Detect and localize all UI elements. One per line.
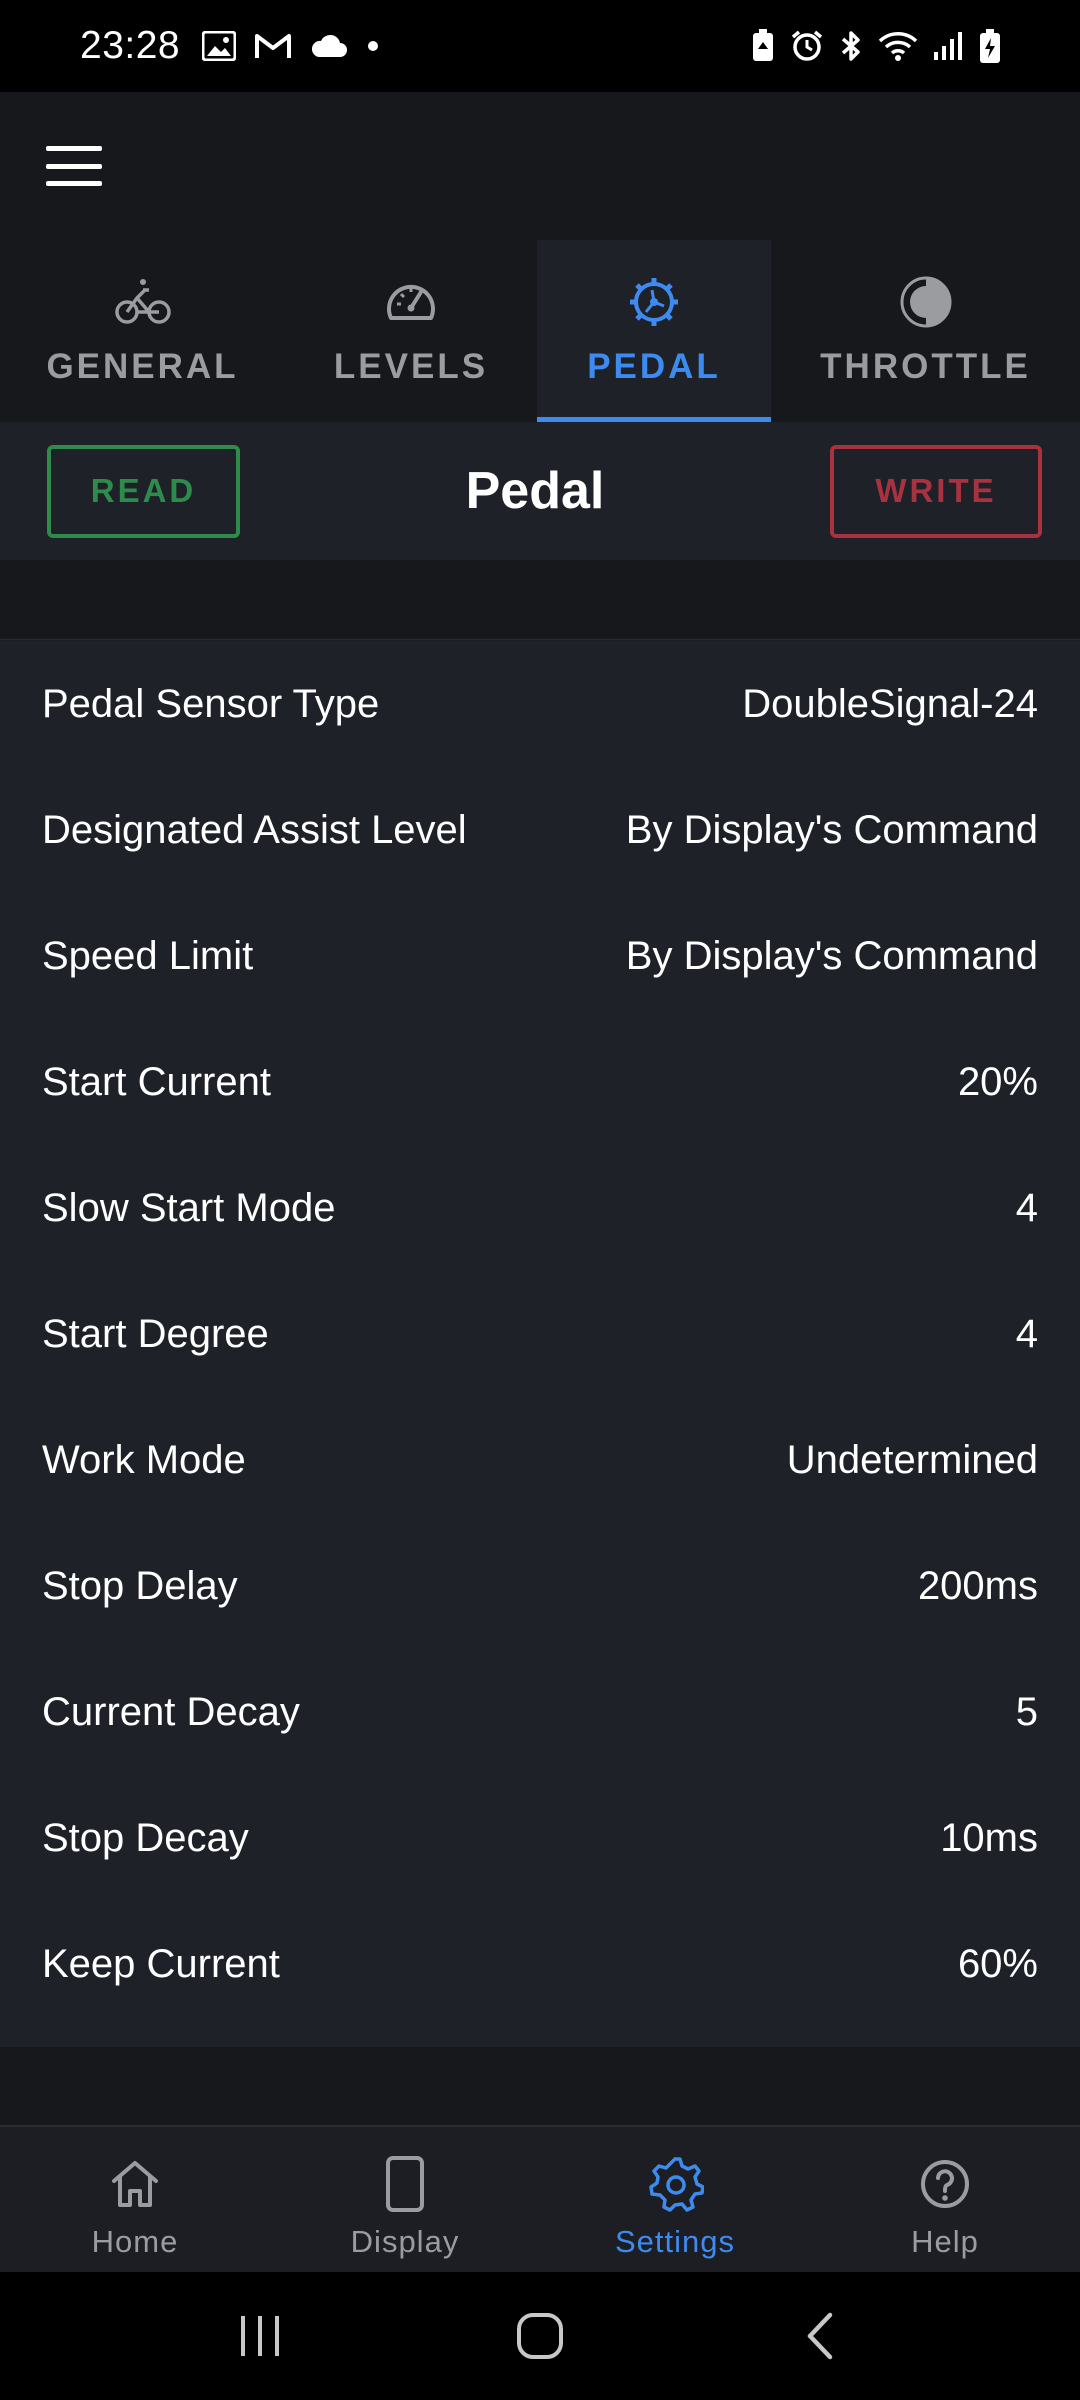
gmail-icon xyxy=(254,32,292,60)
setting-label: Start Current xyxy=(42,1059,271,1104)
status-time: 23:28 xyxy=(80,24,181,67)
tab-label: PEDAL xyxy=(587,347,721,386)
write-button[interactable]: WRITE xyxy=(829,444,1042,538)
signal-icon xyxy=(932,30,964,62)
tab-label: GENERAL xyxy=(46,347,239,386)
tab-pedal[interactable]: PEDAL xyxy=(537,240,771,422)
cloud-icon xyxy=(310,33,348,59)
tab-levels[interactable]: LEVELS xyxy=(285,240,537,422)
half-circle-icon xyxy=(896,272,956,337)
setting-label: Designated Assist Level xyxy=(42,807,467,852)
home-button-icon[interactable] xyxy=(490,2296,590,2376)
setting-row-slow-start-mode[interactable]: Slow Start Mode 4 xyxy=(0,1145,1080,1271)
tab-general[interactable]: GENERAL xyxy=(0,240,285,422)
setting-label: Slow Start Mode xyxy=(42,1185,336,1230)
nav-label: Settings xyxy=(614,2224,735,2259)
app-bar xyxy=(0,92,1080,240)
setting-row-designated-assist-level[interactable]: Designated Assist Level By Display's Com… xyxy=(0,767,1080,893)
setting-value: 60% xyxy=(957,1941,1038,1986)
read-button[interactable]: READ xyxy=(47,444,240,538)
setting-value: DoubleSignal-24 xyxy=(742,681,1038,726)
setting-label: Stop Decay xyxy=(42,1815,249,1860)
bluetooth-icon xyxy=(838,29,864,63)
app-screen: 23:28 GENERAL LEVELS PEDAL THROTTLE READ… xyxy=(0,0,1080,2400)
setting-label: Work Mode xyxy=(42,1437,246,1482)
system-nav-bar xyxy=(0,2272,1080,2400)
setting-row-start-degree[interactable]: Start Degree 4 xyxy=(0,1271,1080,1397)
setting-value: By Display's Command xyxy=(625,933,1038,978)
setting-label: Pedal Sensor Type xyxy=(42,681,380,726)
hamburger-menu-icon[interactable] xyxy=(46,146,102,186)
nav-settings[interactable]: Settings xyxy=(540,2127,810,2272)
nav-label: Display xyxy=(350,2224,460,2259)
setting-label: Stop Delay xyxy=(42,1563,238,1608)
bicycle-icon xyxy=(113,272,173,337)
setting-row-current-decay[interactable]: Current Decay 5 xyxy=(0,1649,1080,1775)
setting-label: Start Degree xyxy=(42,1311,269,1356)
status-left-icons xyxy=(202,31,380,61)
setting-value: 4 xyxy=(1015,1185,1038,1230)
speedometer-icon xyxy=(381,272,441,337)
recent-apps-icon[interactable] xyxy=(210,2296,310,2376)
tab-throttle[interactable]: THROTTLE xyxy=(771,240,1080,422)
section-divider xyxy=(0,560,1080,640)
status-right-icons xyxy=(750,28,1002,64)
tab-bar: GENERAL LEVELS PEDAL THROTTLE xyxy=(0,240,1080,422)
setting-row-stop-decay[interactable]: Stop Decay 10ms xyxy=(0,1775,1080,1901)
pedal-gear-icon xyxy=(624,272,684,337)
settings-list: Pedal Sensor Type DoubleSignal-24 Design… xyxy=(0,641,1080,2047)
battery-charging-icon xyxy=(978,28,1002,64)
back-icon[interactable] xyxy=(770,2296,870,2376)
nav-help[interactable]: Help xyxy=(810,2127,1080,2272)
wifi-icon xyxy=(878,30,918,62)
nav-display[interactable]: Display xyxy=(270,2127,540,2272)
nav-label: Help xyxy=(911,2224,979,2259)
nav-label: Home xyxy=(91,2224,179,2259)
bottom-spacer xyxy=(0,2047,1080,2125)
home-icon xyxy=(106,2155,164,2218)
setting-value: 10ms xyxy=(940,1815,1038,1860)
tab-label: THROTTLE xyxy=(820,347,1031,386)
setting-value: 20% xyxy=(957,1059,1038,1104)
setting-label: Keep Current xyxy=(42,1941,280,1986)
setting-row-start-current[interactable]: Start Current 20% xyxy=(0,1019,1080,1145)
settings-gear-icon xyxy=(646,2155,705,2218)
setting-row-pedal-sensor-type[interactable]: Pedal Sensor Type DoubleSignal-24 xyxy=(0,641,1080,767)
display-icon xyxy=(376,2155,434,2218)
battery-saver-icon xyxy=(750,29,776,63)
setting-row-work-mode[interactable]: Work Mode Undetermined xyxy=(0,1397,1080,1523)
setting-value: Undetermined xyxy=(786,1437,1038,1482)
tab-label: LEVELS xyxy=(333,347,489,386)
section-header: READ Pedal WRITE xyxy=(0,422,1080,560)
setting-label: Current Decay xyxy=(42,1689,300,1734)
setting-value: 200ms xyxy=(917,1563,1038,1608)
nav-home[interactable]: Home xyxy=(0,2127,270,2272)
setting-row-keep-current[interactable]: Keep Current 60% xyxy=(0,1901,1080,2027)
setting-value: 5 xyxy=(1015,1689,1038,1734)
gallery-icon xyxy=(202,31,237,61)
setting-value: By Display's Command xyxy=(625,807,1038,852)
alarm-icon xyxy=(790,29,824,63)
help-icon xyxy=(916,2155,974,2218)
setting-label: Speed Limit xyxy=(42,933,254,978)
bottom-navigation: Home Display Settings Help xyxy=(0,2125,1080,2272)
setting-row-speed-limit[interactable]: Speed Limit By Display's Command xyxy=(0,893,1080,1019)
dot-icon xyxy=(366,39,380,53)
status-bar: 23:28 xyxy=(0,0,1080,92)
setting-value: 4 xyxy=(1015,1311,1038,1356)
setting-row-stop-delay[interactable]: Stop Delay 200ms xyxy=(0,1523,1080,1649)
page-title: Pedal xyxy=(465,462,605,520)
